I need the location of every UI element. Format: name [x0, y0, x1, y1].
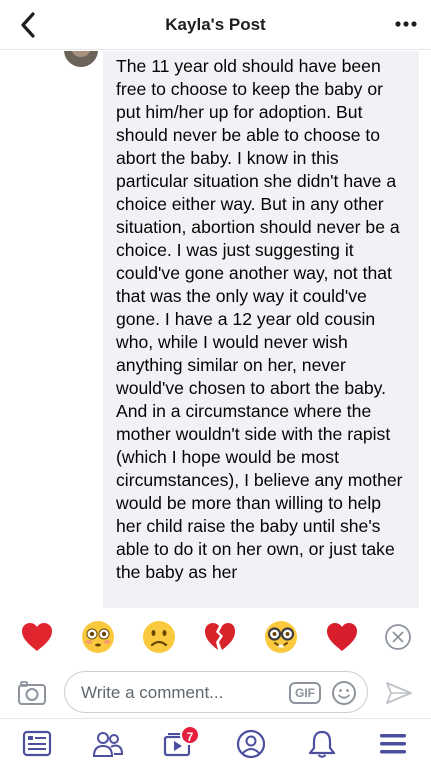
close-reactions-button[interactable] — [383, 622, 413, 652]
reaction-heart[interactable] — [324, 619, 360, 655]
close-circle-icon — [385, 624, 411, 650]
more-options-button[interactable] — [391, 14, 421, 34]
profile-icon — [236, 729, 266, 759]
comment-bubble[interactable]: The 11 year old should have been free to… — [103, 51, 419, 608]
more-dots-icon — [395, 21, 417, 27]
comment-thread: The 11 year old should have been free to… — [0, 51, 431, 608]
broken-heart-icon — [205, 623, 235, 650]
send-icon — [386, 682, 412, 704]
bell-icon — [308, 730, 336, 758]
reaction-bar — [0, 608, 431, 666]
reaction-red-heart[interactable] — [19, 619, 55, 655]
nav-notifications[interactable] — [306, 729, 338, 759]
reaction-nerd-face[interactable] — [263, 619, 299, 655]
nav-menu[interactable] — [377, 729, 409, 759]
gif-button[interactable]: GIF — [289, 682, 321, 704]
reaction-frowning-face[interactable] — [141, 619, 177, 655]
red-heart-icon — [22, 623, 52, 651]
reaction-broken-heart[interactable] — [202, 619, 238, 655]
nav-profile[interactable] — [235, 729, 267, 759]
watch-badge: 7 — [180, 725, 200, 745]
comment-input[interactable]: Write a comment... GIF — [64, 671, 368, 713]
emoji-button[interactable] — [331, 680, 357, 706]
heart-icon — [327, 623, 357, 651]
flushed-face-icon — [82, 621, 114, 653]
comment-composer: Write a comment... GIF — [0, 666, 431, 718]
menu-icon — [380, 734, 406, 754]
smiley-icon — [332, 681, 356, 705]
friends-icon — [92, 732, 124, 757]
post-header: Kayla's Post — [0, 0, 431, 50]
camera-button[interactable] — [17, 680, 47, 706]
comment-text: The 11 year old should have been free to… — [116, 56, 403, 582]
send-button[interactable] — [384, 680, 414, 706]
camera-icon — [18, 681, 46, 705]
comment-placeholder: Write a comment... — [81, 683, 224, 702]
news-feed-icon — [22, 730, 52, 757]
avatar[interactable] — [64, 51, 98, 67]
frowning-face-icon — [143, 621, 175, 653]
nerd-face-icon — [265, 621, 297, 653]
bottom-nav: 7 — [0, 718, 431, 768]
nav-news-feed[interactable] — [21, 729, 53, 759]
reaction-flushed-face[interactable] — [80, 619, 116, 655]
nav-friends[interactable] — [92, 729, 124, 759]
page-title: Kayla's Post — [165, 15, 266, 34]
